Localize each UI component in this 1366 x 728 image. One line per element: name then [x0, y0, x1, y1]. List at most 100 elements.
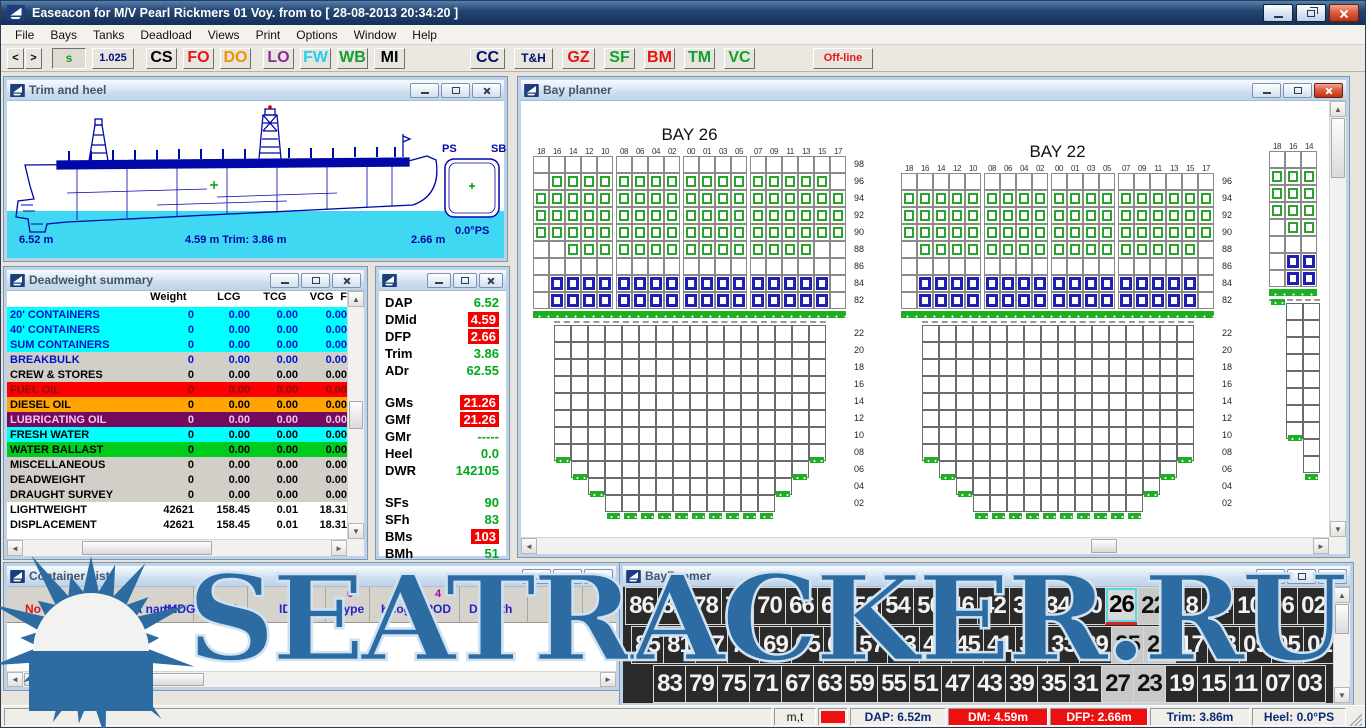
bay-cell[interactable] — [939, 393, 956, 410]
bay-cell[interactable] — [690, 342, 707, 359]
bay-cell[interactable] — [605, 478, 622, 495]
bay-cell[interactable] — [1041, 359, 1058, 376]
bay-cell[interactable] — [814, 275, 830, 292]
bay-cell[interactable] — [798, 241, 814, 258]
bay-cell[interactable] — [792, 359, 809, 376]
bay-cell[interactable] — [1150, 224, 1166, 241]
bay-cell[interactable] — [1109, 376, 1126, 393]
bay-planner-titlebar[interactable]: Bay planner — [521, 80, 1346, 101]
bay-cell[interactable] — [782, 190, 798, 207]
bay-cell[interactable] — [814, 173, 830, 190]
bay-cell[interactable] — [1000, 173, 1016, 190]
bay-cell[interactable] — [632, 207, 648, 224]
bay-cell[interactable] — [1269, 219, 1285, 236]
bay-cell[interactable] — [1303, 354, 1320, 371]
bay-cell[interactable] — [648, 224, 664, 241]
bay-cell[interactable] — [699, 258, 715, 275]
bay-cell[interactable] — [549, 224, 565, 241]
bay-cell[interactable] — [724, 427, 741, 444]
bay-cell[interactable] — [533, 241, 549, 258]
bay-cell[interactable] — [1099, 190, 1115, 207]
bay-cell[interactable] — [632, 258, 648, 275]
bay-cell[interactable] — [1126, 461, 1143, 478]
bay-cell[interactable] — [1126, 325, 1143, 342]
bay-cell[interactable] — [798, 173, 814, 190]
bay-cell[interactable] — [616, 224, 632, 241]
bay-cell[interactable] — [699, 275, 715, 292]
bay-cell[interactable] — [1182, 224, 1198, 241]
bay-cell[interactable] — [656, 342, 673, 359]
bay-cell[interactable] — [581, 207, 597, 224]
bay-cell[interactable] — [1007, 325, 1024, 342]
bay-cell[interactable] — [690, 444, 707, 461]
hydrostatics-titlebar[interactable] — [379, 270, 506, 291]
bay-cell[interactable] — [917, 173, 933, 190]
scroll-up-button[interactable]: ▲ — [348, 291, 364, 307]
bay-cell[interactable] — [715, 224, 731, 241]
bay-cell[interactable] — [588, 393, 605, 410]
bay-cell[interactable] — [1024, 478, 1041, 495]
bay-cell[interactable] — [699, 207, 715, 224]
bay-cell[interactable] — [922, 410, 939, 427]
bay-cell[interactable] — [990, 495, 1007, 512]
bay-cell[interactable] — [1024, 495, 1041, 512]
bay-cell[interactable] — [1092, 478, 1109, 495]
bay-cell[interactable] — [1198, 224, 1214, 241]
bay-cell[interactable] — [1016, 275, 1032, 292]
bay-cell[interactable] — [990, 478, 1007, 495]
bay-cell[interactable] — [792, 410, 809, 427]
bay-cell[interactable] — [571, 359, 588, 376]
bay-cell[interactable] — [766, 156, 782, 173]
bay-cell[interactable] — [1007, 376, 1024, 393]
bay-cell[interactable] — [973, 478, 990, 495]
bay-cell[interactable] — [933, 241, 949, 258]
bay-cell[interactable] — [565, 292, 581, 309]
bay-cell[interactable] — [814, 258, 830, 275]
bay-cell[interactable] — [973, 444, 990, 461]
bay-cell[interactable] — [1024, 461, 1041, 478]
bay-cell[interactable] — [1109, 342, 1126, 359]
bay-cell[interactable] — [1285, 151, 1301, 168]
bay-cell[interactable] — [1182, 275, 1198, 292]
bay-cell[interactable] — [724, 444, 741, 461]
bay-cell[interactable] — [1166, 190, 1182, 207]
bay-cell[interactable] — [1092, 325, 1109, 342]
bay-cell[interactable] — [1269, 151, 1285, 168]
bay-cell[interactable] — [1150, 190, 1166, 207]
bay-cell[interactable] — [1285, 202, 1301, 219]
menu-views[interactable]: Views — [200, 26, 248, 44]
bay-cell[interactable] — [1198, 258, 1214, 275]
bay-cell[interactable] — [707, 393, 724, 410]
bay-cell[interactable] — [639, 342, 656, 359]
bay-cell[interactable] — [622, 461, 639, 478]
bay-cell[interactable] — [632, 173, 648, 190]
bay-cell[interactable] — [956, 359, 973, 376]
bay-cell[interactable] — [1303, 320, 1320, 337]
bay-cell[interactable] — [1099, 292, 1115, 309]
bay-cell[interactable] — [1051, 241, 1067, 258]
bay-cell[interactable] — [699, 190, 715, 207]
bay-cell[interactable] — [1166, 292, 1182, 309]
bay-cell[interactable] — [616, 207, 632, 224]
bay-cell[interactable] — [1134, 190, 1150, 207]
bay-cell[interactable] — [956, 393, 973, 410]
bay-cell[interactable] — [933, 207, 949, 224]
bay-cell[interactable] — [664, 156, 680, 173]
bay-cell[interactable] — [758, 461, 775, 478]
bay-cell[interactable] — [758, 427, 775, 444]
bay-cell[interactable] — [949, 173, 965, 190]
bay-cell[interactable] — [917, 207, 933, 224]
bay-cell[interactable] — [731, 224, 747, 241]
bay-cell[interactable] — [588, 410, 605, 427]
bay-cell[interactable] — [690, 325, 707, 342]
bay-cell[interactable] — [939, 342, 956, 359]
bay-cell[interactable] — [1269, 185, 1285, 202]
bay-cell[interactable] — [1126, 359, 1143, 376]
bay-cell[interactable] — [798, 275, 814, 292]
bay-cell[interactable] — [1067, 190, 1083, 207]
bay-cell[interactable] — [956, 410, 973, 427]
bay-cell[interactable] — [597, 241, 613, 258]
bay-cell[interactable] — [922, 342, 939, 359]
bay-cell[interactable] — [917, 241, 933, 258]
bay-cell[interactable] — [901, 275, 917, 292]
